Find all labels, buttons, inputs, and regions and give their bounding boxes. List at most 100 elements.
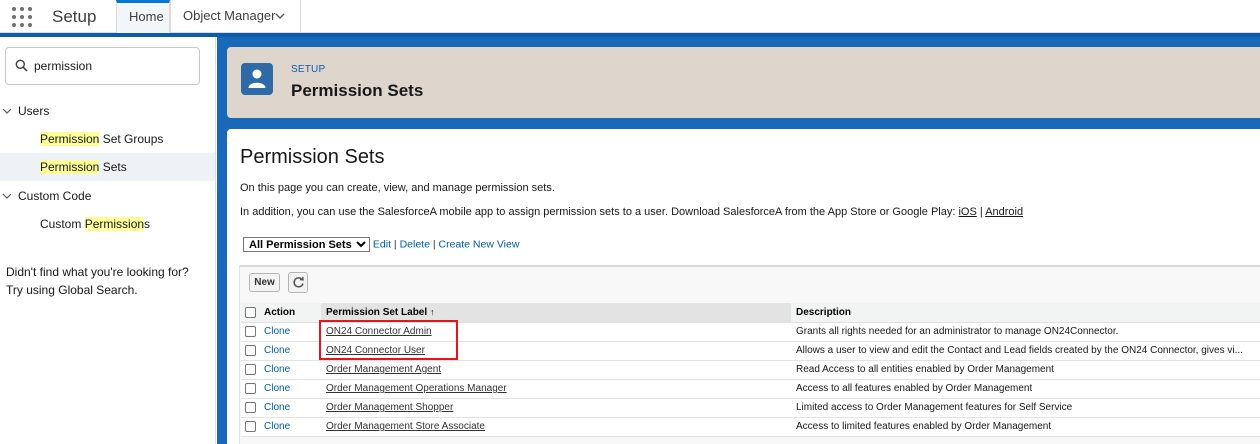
sidebar-item-permission-sets[interactable]: Permission Sets: [0, 153, 215, 181]
new-button[interactable]: New: [249, 273, 280, 292]
label-cell: Order Management Operations Manager: [321, 379, 791, 399]
action-cell: Clone: [259, 322, 321, 342]
description-cell: Allows a user to view and edit the Conta…: [791, 341, 1260, 361]
label-cell: Order Management Store Associate: [321, 417, 791, 437]
intro-text: On this page you can create, view, and m…: [240, 182, 555, 194]
search-match-highlight: Permission: [84, 217, 145, 231]
list-view-controls: All Permission Sets Edit | Delete | Crea…: [243, 237, 519, 252]
sidebar-item-label: Custom: [40, 217, 85, 231]
action-cell: Clone: [259, 398, 321, 418]
app-launcher-icon[interactable]: [12, 7, 32, 27]
delete-view-link[interactable]: Delete: [400, 238, 430, 250]
sort-ascending-icon: ↑: [429, 306, 435, 317]
app-title: Setup: [52, 7, 97, 26]
tab-object-manager[interactable]: Object Manager: [170, 0, 301, 33]
clone-link[interactable]: Clone: [264, 345, 290, 356]
permission-set-link[interactable]: Order Management Store Associate: [326, 421, 485, 432]
description-cell: Access to limited features enabled by Or…: [791, 417, 1260, 437]
row-checkbox[interactable]: [245, 382, 256, 394]
table-row: Clone Order Management Store Associate A…: [241, 417, 1260, 437]
create-view-link[interactable]: Create New View: [439, 238, 520, 250]
description-text: Grants all rights needed for an administ…: [796, 325, 1119, 337]
chevron-down-icon[interactable]: [274, 10, 286, 22]
header-eyebrow: SETUP: [291, 64, 326, 75]
description-text: Limited access to Order Management featu…: [796, 401, 1073, 413]
row-select-cell: [241, 398, 259, 418]
content-heading: Permission Sets: [240, 146, 385, 168]
column-header-description[interactable]: Description: [791, 303, 1260, 323]
refresh-icon: [293, 276, 304, 288]
permission-set-link[interactable]: Order Management Shopper: [326, 402, 453, 413]
description-cell: Grants all rights needed for an administ…: [791, 322, 1260, 342]
sidebar-item-custom-permissions[interactable]: Custom Permissions: [0, 210, 215, 238]
clone-link[interactable]: Clone: [264, 402, 290, 413]
tree-node-users[interactable]: Users: [0, 104, 100, 120]
search-icon: [15, 59, 28, 72]
row-checkbox[interactable]: [245, 344, 256, 356]
separator: |: [391, 238, 400, 251]
quick-find-input[interactable]: [34, 57, 194, 75]
action-cell: Clone: [259, 341, 321, 361]
ios-link[interactable]: iOS: [958, 206, 976, 218]
table-row: Clone Order Management Agent Read Access…: [241, 360, 1260, 380]
chevron-down-icon[interactable]: [2, 191, 12, 201]
search-match-highlight: Permission: [40, 160, 100, 174]
content-panel: Permission Sets On this page you can cre…: [227, 129, 1260, 444]
row-select-cell: [241, 417, 259, 437]
label-cell: Order Management Agent: [321, 360, 791, 380]
clone-link[interactable]: Clone: [264, 421, 290, 432]
clone-link[interactable]: Clone: [264, 383, 290, 394]
action-cell: Clone: [259, 417, 321, 437]
description-cell: Access to all features enabled by Order …: [791, 379, 1260, 399]
intro-text-mobile: In addition, you can use the SalesforceA…: [240, 206, 1023, 218]
row-checkbox[interactable]: [245, 401, 256, 413]
sidebar-item-permission-set-groups[interactable]: Permission Set Groups: [0, 125, 215, 153]
permission-set-link[interactable]: Order Management Agent: [326, 364, 441, 375]
permission-set-link[interactable]: Order Management Operations Manager: [326, 383, 507, 394]
action-cell: Clone: [259, 379, 321, 399]
sidebar-item-label: Sets: [99, 160, 127, 174]
select-all-cell: [241, 303, 259, 323]
refresh-button[interactable]: [288, 272, 308, 293]
action-cell: Clone: [259, 360, 321, 380]
tree-node-custom-code[interactable]: Custom Code: [0, 189, 120, 205]
row-select-cell: [241, 379, 259, 399]
view-select[interactable]: All Permission Sets: [243, 237, 370, 252]
setup-sidebar: Users Permission Set Groups Permission S…: [0, 37, 216, 444]
row-checkbox[interactable]: [245, 420, 256, 432]
link-separator: |: [979, 206, 983, 218]
quick-find-box[interactable]: [5, 47, 200, 85]
hint-line-1: Didn't find what you're looking for?: [6, 265, 189, 279]
clone-link[interactable]: Clone: [264, 326, 290, 337]
edit-view-link[interactable]: Edit: [373, 238, 391, 250]
intro-text-prefix: In addition, you can use the SalesforceA…: [240, 206, 959, 218]
sidebar-item-label: s: [144, 217, 151, 231]
description-text: Allows a user to view and edit the Conta…: [796, 344, 1243, 356]
android-link[interactable]: Android: [985, 206, 1023, 218]
user-icon: [241, 63, 273, 95]
row-select-cell: [241, 360, 259, 380]
chevron-down-icon[interactable]: [2, 106, 12, 116]
global-search-hint: Didn't find what you're looking for? Try…: [6, 263, 189, 299]
tab-object-manager-label: Object Manager: [183, 8, 276, 23]
table-row: Clone Order Management Shopper Limited a…: [241, 398, 1260, 418]
global-header: Setup Home Object Manager: [0, 0, 1260, 33]
separator: |: [429, 238, 439, 251]
row-select-cell: [241, 341, 259, 361]
description-cell: Limited access to Order Management featu…: [791, 398, 1260, 418]
row-select-cell: [241, 322, 259, 342]
tree-node-label: Users: [18, 104, 50, 118]
tab-home[interactable]: Home: [116, 0, 170, 33]
hint-line-2: Try using Global Search.: [6, 283, 138, 297]
row-checkbox[interactable]: [245, 325, 256, 337]
clone-link[interactable]: Clone: [264, 364, 290, 375]
row-checkbox[interactable]: [245, 363, 256, 375]
sidebar-item-label: Set Groups: [99, 132, 164, 146]
page-title: Permission Sets: [291, 81, 424, 100]
search-match-highlight: Permission: [40, 132, 100, 146]
column-header-action[interactable]: Action: [259, 303, 321, 323]
tab-home-label: Home: [129, 9, 164, 24]
description-cell: Read Access to all entities enabled by O…: [791, 360, 1260, 380]
description-text: Access to limited features enabled by Or…: [796, 420, 1052, 432]
select-all-checkbox[interactable]: [245, 306, 256, 318]
